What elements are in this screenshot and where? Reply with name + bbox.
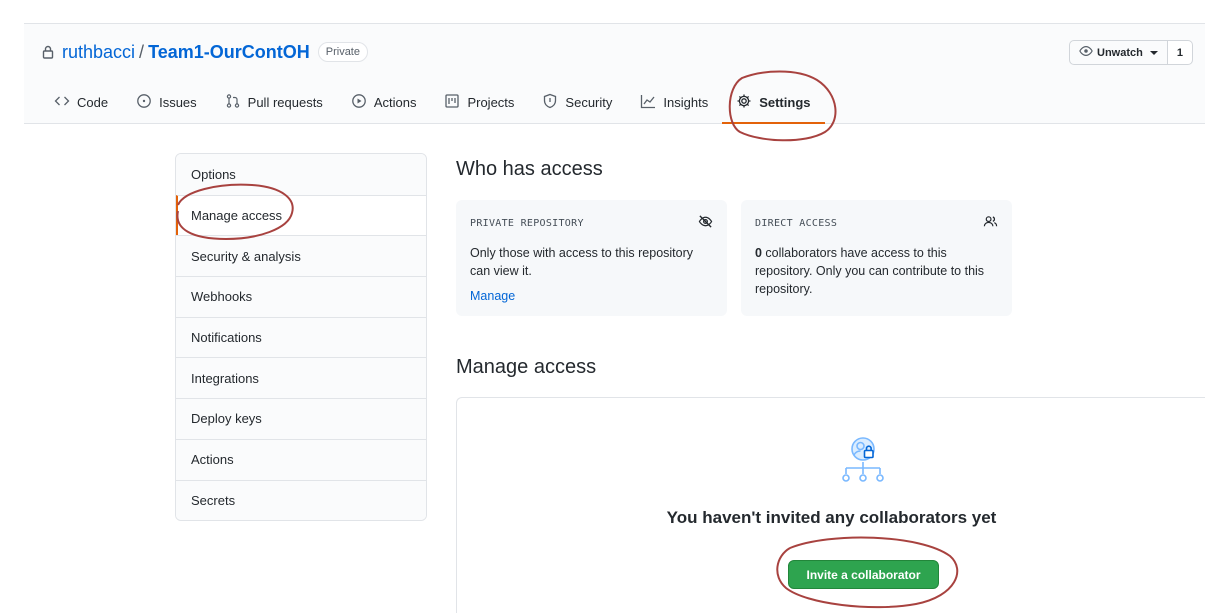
tab-settings-label: Settings — [759, 94, 811, 110]
tab-projects[interactable]: Projects — [430, 82, 528, 123]
lock-icon — [40, 44, 56, 60]
direct-access-box: DIRECT ACCESS 0 collaborators have acces… — [741, 200, 1012, 316]
direct-access-description: collaborators have access to this reposi… — [755, 246, 985, 296]
tab-actions[interactable]: Actions — [337, 82, 431, 123]
repo-separator: / — [139, 41, 145, 62]
collaborators-icon — [837, 436, 889, 487]
tab-projects-label: Projects — [467, 95, 515, 110]
private-repository-title-row: PRIVATE REPOSITORY — [470, 214, 713, 232]
sidebar-item-deploy-keys[interactable]: Deploy keys — [176, 398, 426, 439]
unwatch-button[interactable]: Unwatch — [1069, 40, 1168, 65]
tab-security-label: Security — [565, 95, 613, 110]
chevron-down-icon — [1149, 50, 1158, 55]
who-has-access-heading: Who has access — [456, 158, 603, 180]
gear-icon — [736, 93, 752, 112]
collaborators-blankslate: You haven't invited any collaborators ye… — [456, 397, 1205, 613]
eye-closed-icon — [698, 214, 713, 232]
sidebar-item-notifications[interactable]: Notifications — [176, 316, 426, 358]
tab-code-label: Code — [77, 95, 109, 110]
invite-collaborator-button[interactable]: Invite a collaborator — [788, 560, 939, 589]
watch-button-group: Unwatch 1 — [1069, 40, 1193, 65]
repo-nav-tabs: Code Issues Pull requests Actions Projec… — [40, 82, 825, 124]
sidebar-item-webhooks[interactable]: Webhooks — [176, 276, 426, 317]
no-collaborators-title: You haven't invited any collaborators ye… — [666, 508, 997, 527]
repo-owner-link[interactable]: ruthbacci — [62, 42, 135, 63]
tab-issues-label: Issues — [159, 95, 197, 110]
tab-code[interactable]: Code — [40, 82, 122, 123]
unwatch-label: Unwatch — [1097, 46, 1143, 59]
manage-access-heading: Manage access — [456, 356, 597, 378]
sidebar-item-security-analysis[interactable]: Security & analysis — [176, 235, 426, 277]
repo-title: ruthbacci / Team1-OurContOH Private — [40, 40, 368, 64]
tab-actions-label: Actions — [373, 95, 417, 110]
shield-icon — [542, 93, 558, 112]
visibility-badge: Private — [317, 42, 368, 62]
private-repository-box: PRIVATE REPOSITORY Only those with acces… — [456, 200, 727, 316]
direct-access-text: 0 collaborators have access to this repo… — [755, 244, 998, 298]
private-repository-title: PRIVATE REPOSITORY — [470, 217, 584, 229]
tab-insights[interactable]: Insights — [626, 82, 722, 123]
tab-security[interactable]: Security — [528, 82, 626, 123]
private-repository-text: Only those with access to this repositor… — [470, 246, 694, 278]
sidebar-item-options[interactable]: Options — [176, 154, 426, 195]
tab-insights-label: Insights — [663, 95, 709, 110]
watchers-count[interactable]: 1 — [1167, 40, 1193, 65]
tab-settings[interactable]: Settings — [722, 82, 825, 124]
graph-icon — [640, 93, 656, 112]
code-icon — [54, 93, 70, 112]
tab-pull-requests-label: Pull requests — [247, 95, 323, 110]
sidebar-item-secrets[interactable]: Secrets — [176, 479, 426, 521]
settings-sidebar: Options Manage access Security & analysi… — [175, 153, 427, 522]
direct-access-title: DIRECT ACCESS — [755, 217, 838, 229]
tab-issues[interactable]: Issues — [122, 82, 211, 123]
manage-link[interactable]: Manage — [470, 289, 713, 303]
sidebar-item-integrations[interactable]: Integrations — [176, 357, 426, 399]
play-icon — [351, 93, 367, 112]
sidebar-item-manage-access[interactable]: Manage access — [176, 194, 426, 236]
collaborator-count: 0 — [755, 246, 762, 260]
direct-access-title-row: DIRECT ACCESS — [755, 214, 998, 232]
pull-request-icon — [225, 93, 241, 112]
sidebar-item-actions[interactable]: Actions — [176, 438, 426, 480]
repo-name-link[interactable]: Team1-OurContOH — [148, 42, 310, 63]
people-icon — [983, 214, 998, 232]
tab-pull-requests[interactable]: Pull requests — [211, 82, 337, 123]
project-icon — [444, 93, 460, 112]
issue-icon — [136, 93, 152, 112]
eye-icon — [1079, 44, 1093, 61]
